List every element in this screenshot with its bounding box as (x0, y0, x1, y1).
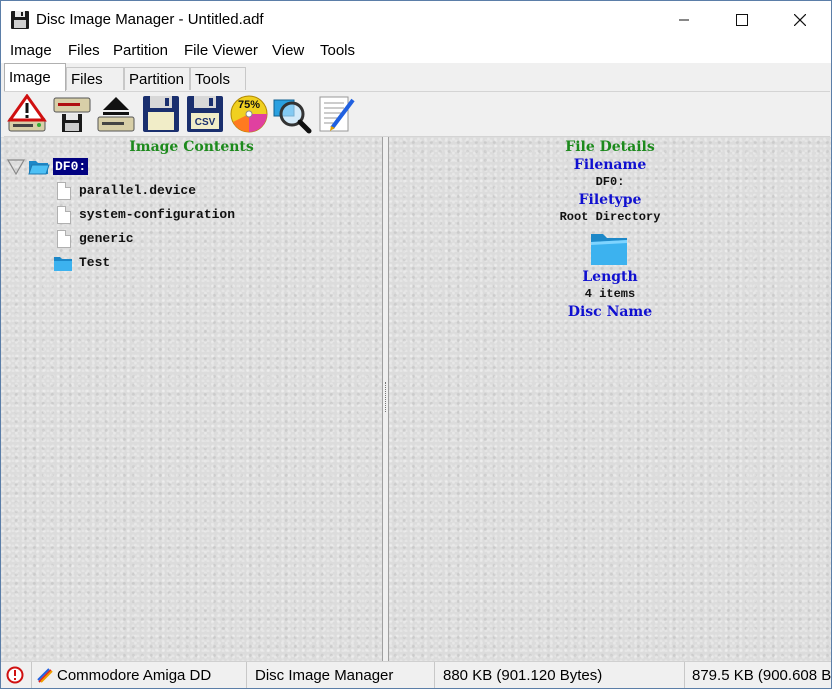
image-report-icon[interactable]: 75% (229, 94, 269, 134)
open-image-icon[interactable] (52, 94, 92, 134)
title-bar[interactable]: Disc Image Manager - Untitled.adf (1, 1, 831, 39)
toolbar-tabs: Image Files Partition Tools (1, 63, 831, 91)
tree-item-label: parallel.device (79, 183, 197, 198)
warning-icon (6, 666, 24, 684)
status-bar: Commodore Amiga DD Disc Image Manager 88… (1, 661, 831, 688)
status-warning-cell (1, 662, 32, 688)
tree-item-label: Test (79, 255, 111, 270)
tab-image[interactable]: Image (4, 63, 66, 91)
window-title: Disc Image Manager - Untitled.adf (36, 11, 264, 28)
status-free-cell: 879.5 KB (900.608 By (684, 662, 831, 688)
menu-tools[interactable]: Tools (320, 42, 355, 59)
status-app: Disc Image Manager (255, 667, 394, 684)
length-value: 4 items (584, 287, 636, 301)
maximize-button[interactable] (713, 1, 771, 39)
chevron-down-icon[interactable] (7, 159, 25, 175)
eject-image-icon[interactable] (96, 94, 136, 134)
folder-icon (591, 234, 627, 265)
menu-bar: Image Files Partition File Viewer View T… (1, 39, 831, 63)
tab-tools[interactable]: Tools (190, 67, 246, 90)
tree-root-label[interactable]: DF0: (53, 158, 89, 175)
tree-item[interactable]: system-configuration (57, 205, 357, 227)
file-icon (57, 206, 71, 224)
maximize-icon (736, 14, 748, 26)
status-size-cell: 880 KB (901.120 Bytes) (434, 662, 685, 688)
menu-image[interactable]: Image (10, 42, 52, 59)
close-button[interactable] (771, 1, 829, 39)
minimize-button[interactable] (655, 1, 713, 39)
tree-item-label: generic (79, 231, 134, 246)
length-label: Length (582, 269, 638, 285)
tab-partition[interactable]: Partition (124, 67, 190, 90)
folder-open-icon (28, 161, 50, 175)
filetype-label: Filetype (578, 192, 642, 208)
minimize-icon (679, 19, 689, 21)
filename-label: Filename (573, 157, 647, 173)
tree-item[interactable]: generic (57, 229, 357, 251)
save-csv-icon[interactable]: CSV (185, 94, 225, 134)
tree-item[interactable]: Test (53, 253, 353, 275)
pane-splitter[interactable] (382, 137, 389, 661)
tree-item-label: system-configuration (79, 207, 236, 222)
toolbar: CSV 75% (4, 91, 830, 137)
app-window: Disc Image Manager - Untitled.adf Image … (0, 0, 832, 689)
filetype-value: Root Directory (559, 210, 661, 224)
commodore-amiga-icon (37, 668, 53, 683)
file-details-pane: File Details Filename DF0: Filetype Root… (389, 137, 831, 661)
status-free: 879.5 KB (900.608 By (692, 667, 831, 684)
tab-files[interactable]: Files (66, 67, 124, 90)
image-contents-pane[interactable]: Image Contents DF0: parallel.device syst… (1, 137, 382, 661)
folder-icon (54, 257, 72, 271)
status-size: 880 KB (901.120 Bytes) (443, 667, 603, 684)
filename-value: DF0: (595, 175, 625, 189)
status-app-cell: Disc Image Manager (246, 662, 435, 688)
new-image-icon[interactable] (7, 94, 47, 134)
tree-root[interactable]: DF0: (7, 157, 127, 179)
menu-view[interactable]: View (272, 42, 304, 59)
status-format-cell: Commodore Amiga DD (31, 662, 247, 688)
menu-partition[interactable]: Partition (113, 42, 168, 59)
csv-badge: CSV (195, 117, 216, 128)
image-contents-heading: Image Contents (129, 139, 254, 155)
tree-item[interactable]: parallel.device (57, 181, 357, 203)
file-details-heading: File Details (565, 139, 655, 155)
disc-name-label: Disc Name (567, 304, 653, 320)
menu-file-viewer[interactable]: File Viewer (184, 42, 258, 59)
menu-files[interactable]: Files (68, 42, 100, 59)
notes-icon[interactable] (316, 94, 356, 134)
close-icon (793, 13, 807, 27)
search-icon[interactable] (272, 94, 312, 134)
status-format: Commodore Amiga DD (57, 667, 212, 684)
file-icon (57, 182, 71, 200)
percent-badge: 75% (238, 99, 260, 111)
floppy-disk-icon (11, 11, 29, 29)
save-image-icon[interactable] (141, 94, 181, 134)
file-icon (57, 230, 71, 248)
